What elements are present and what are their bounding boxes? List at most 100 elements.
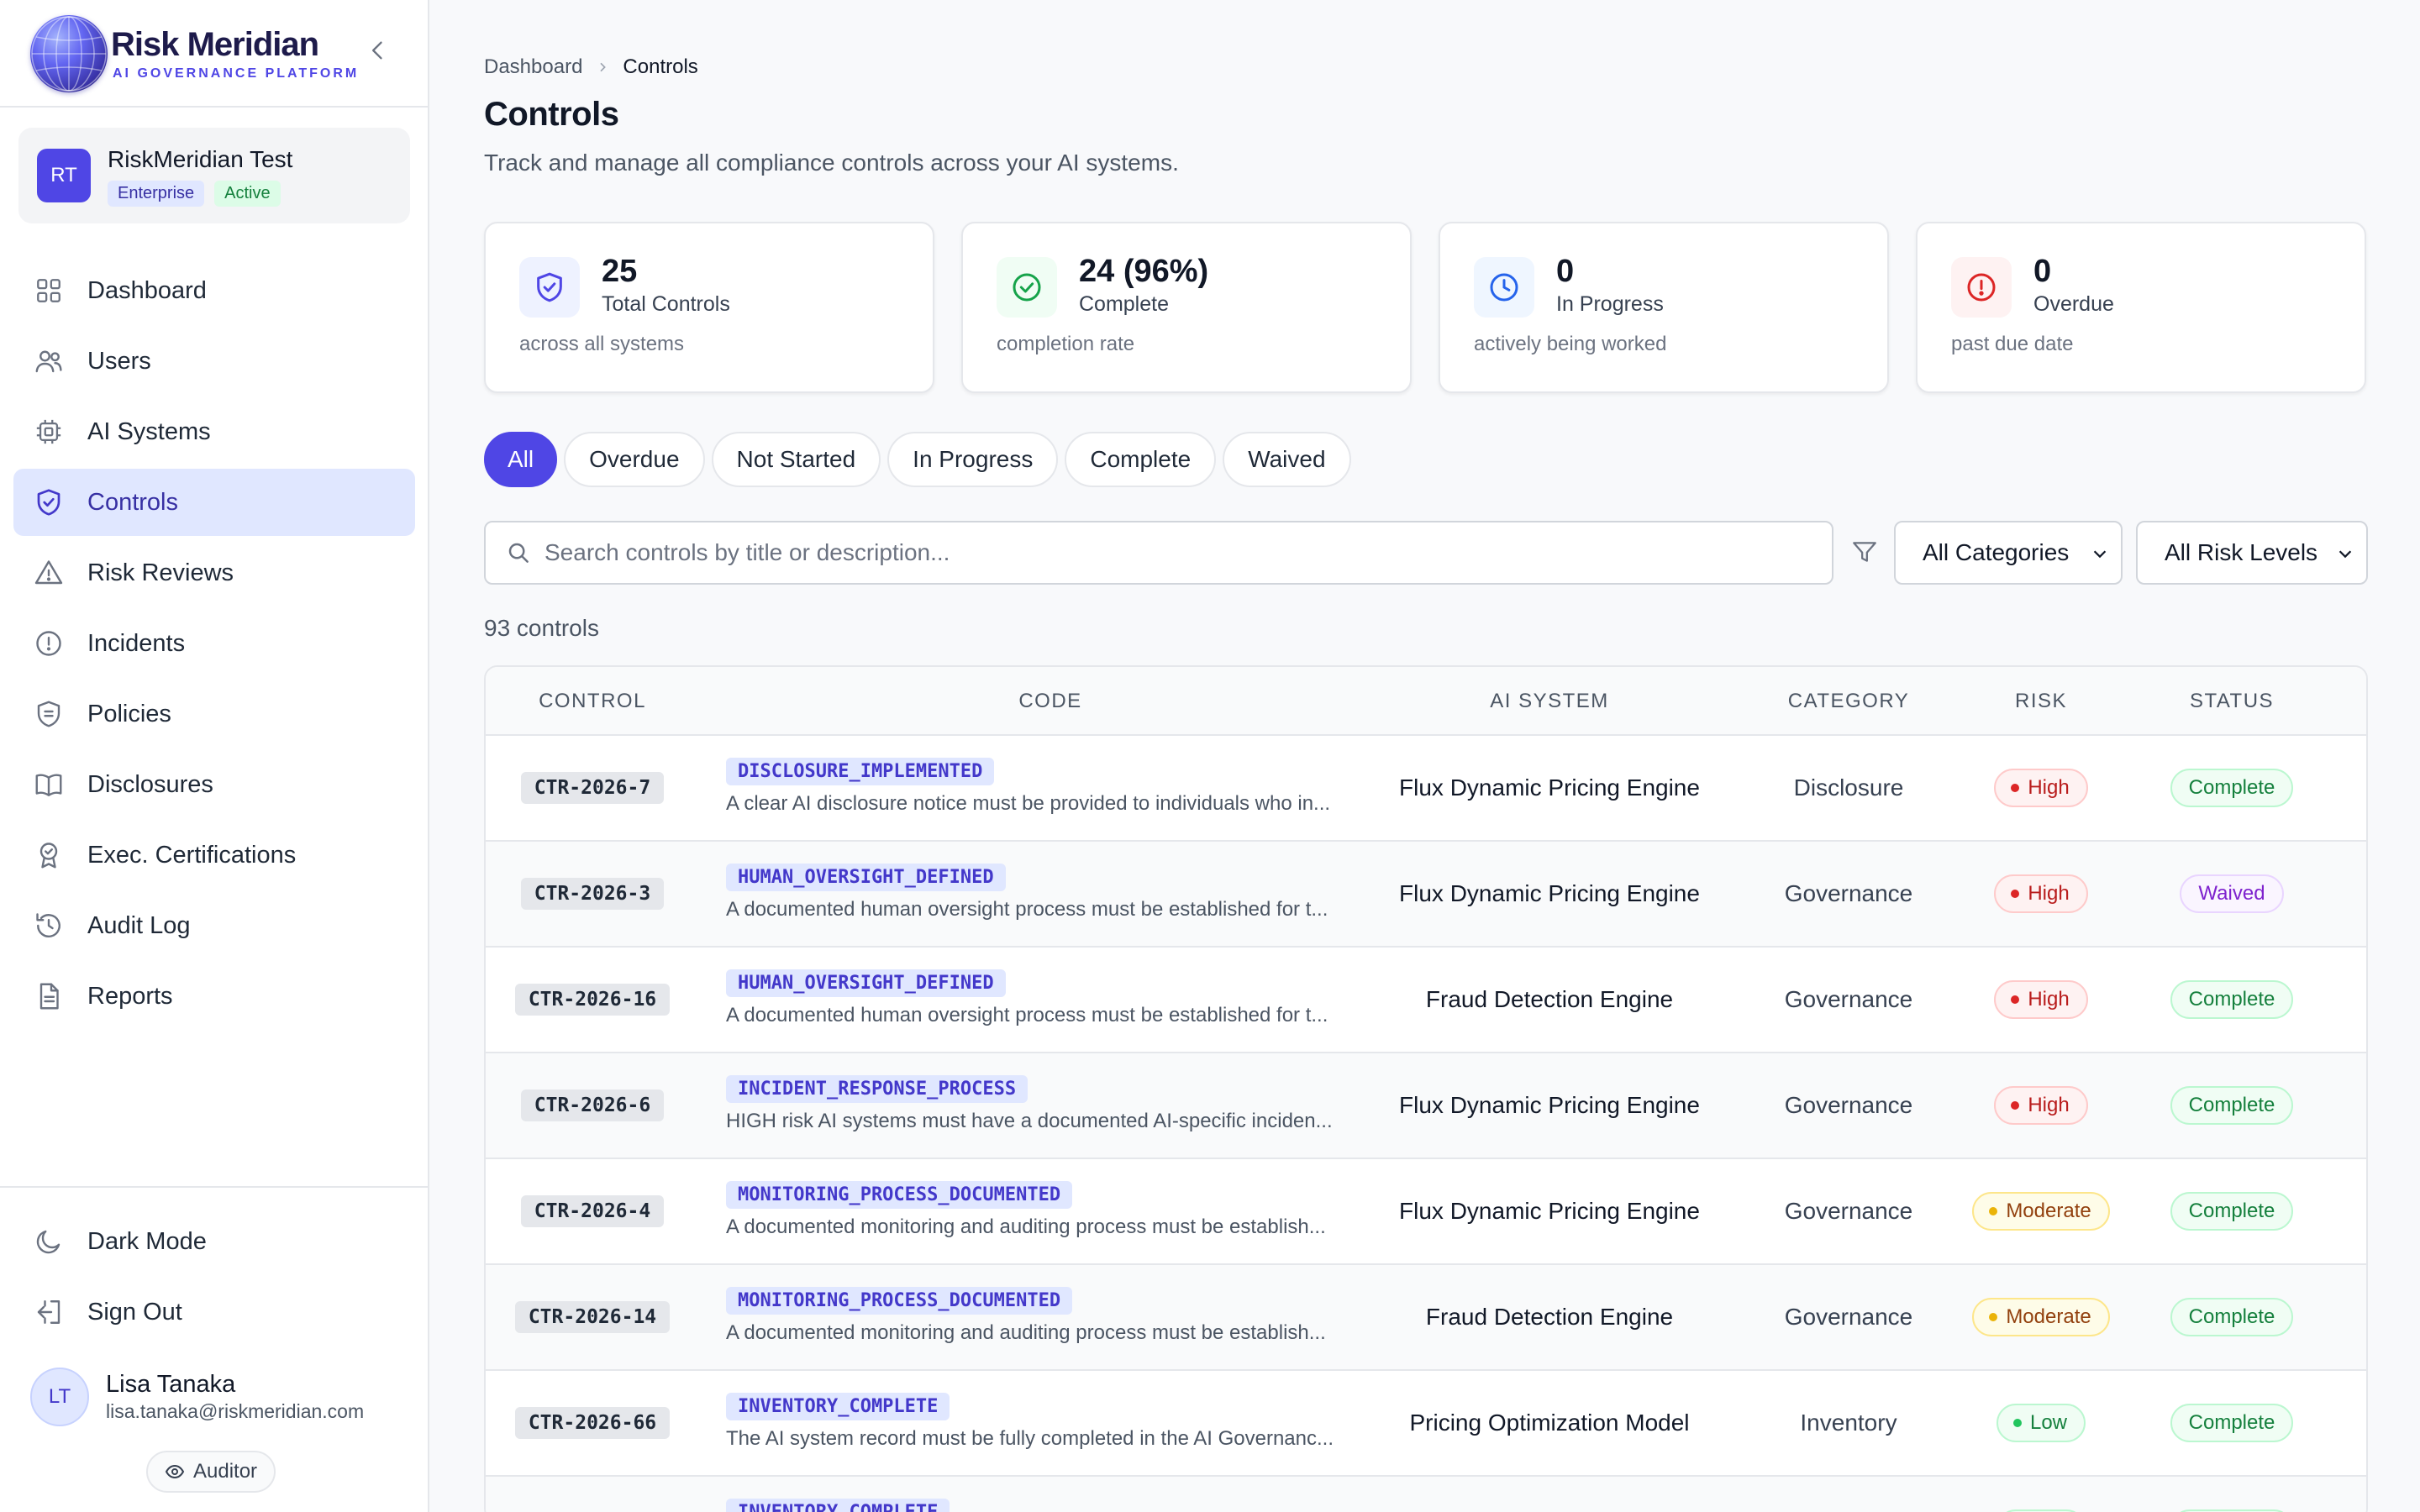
user-profile[interactable]: LT Lisa Tanaka lisa.tanaka@riskmeridian.…	[30, 1368, 364, 1426]
table-row[interactable]: CTR-2026-4 MONITORING_PROCESS_DOCUMENTED A…	[486, 1159, 2366, 1265]
category-cell: Inventory	[1714, 1371, 1983, 1475]
control-id[interactable]: CTR-2026-7	[520, 772, 665, 804]
search-input[interactable]	[544, 539, 1805, 566]
category-cell	[1714, 1477, 1983, 1512]
table-row[interactable]: CTR-2026-3 HUMAN_OVERSIGHT_DEFINED A docum…	[486, 842, 2366, 948]
stat-value: 25	[602, 254, 638, 289]
control-id[interactable]: CTR-2026-66	[514, 1407, 671, 1439]
control-code[interactable]: MONITORING_PROCESS_DOCUMENTED	[726, 1287, 1073, 1315]
org-switcher[interactable]: RT RiskMeridian Test Enterprise Active	[18, 128, 410, 223]
control-code[interactable]: INCIDENT_RESPONSE_PROCESS	[726, 1075, 1028, 1103]
column-header-ai-system[interactable]: AI SYSTEM	[1385, 667, 1714, 736]
role-badge[interactable]: Auditor	[146, 1451, 276, 1493]
control-id[interactable]: CTR-2026-3	[520, 878, 665, 910]
collapse-sidebar-button[interactable]	[361, 34, 395, 67]
risk-label: Moderate	[2006, 1200, 2091, 1222]
column-header-control[interactable]: CONTROL	[486, 667, 699, 736]
control-description: A clear AI disclosure notice must be pro…	[726, 792, 1331, 815]
control-code[interactable]: HUMAN_OVERSIGHT_DEFINED	[726, 969, 1006, 997]
tab-not-started[interactable]: Not Started	[711, 432, 881, 487]
tab-overdue[interactable]: Overdue	[564, 432, 705, 487]
chevron-down-icon	[2093, 550, 2107, 559]
tab-in-progress[interactable]: In Progress	[887, 432, 1059, 487]
code-cell: HUMAN_OVERSIGHT_DEFINED A documented huma…	[726, 864, 1328, 921]
sidebar-item-dashboard[interactable]: Dashboard	[13, 257, 415, 324]
avatar: LT	[30, 1368, 89, 1426]
control-code[interactable]: INVENTORY_COMPLETE	[726, 1499, 950, 1512]
breadcrumb-dashboard-link[interactable]: Dashboard	[484, 55, 582, 79]
column-header-risk[interactable]: RISK	[1983, 667, 2099, 736]
sign-out-button[interactable]: Sign Out	[13, 1278, 415, 1346]
control-id[interactable]: CTR-2026-6	[520, 1089, 665, 1121]
ai-system-name[interactable]: Flux Dynamic Pricing Engine	[1399, 1092, 1700, 1119]
ai-system-name[interactable]: Flux Dynamic Pricing Engine	[1399, 1198, 1700, 1225]
stat-label: In Progress	[1556, 292, 1664, 316]
sidebar-item-reports[interactable]: Reports	[13, 963, 415, 1030]
column-header-code[interactable]: CODE	[716, 667, 1385, 736]
stat-value: 0	[2033, 254, 2052, 289]
search-icon	[508, 543, 529, 563]
status-badge: Complete	[2170, 1298, 2294, 1336]
risk-label: High	[2028, 882, 2070, 905]
sidebar-item-disclosures[interactable]: Disclosures	[13, 751, 415, 818]
control-description: A documented human oversight process mus…	[726, 898, 1328, 921]
role-label: Auditor	[193, 1460, 258, 1483]
stat-subtext: actively being worked	[1474, 333, 1667, 355]
risk-level-filter-select[interactable]: All Risk Levels	[2136, 521, 2368, 585]
category-filter-value: All Categories	[1923, 539, 2070, 565]
sidebar-item-policies[interactable]: Policies	[13, 680, 415, 748]
stat-card-in-progress: 0 In Progress actively being worked	[1439, 222, 1889, 393]
category-filter-select[interactable]: All Categories	[1894, 521, 2123, 585]
control-id[interactable]: CTR-2026-16	[514, 984, 671, 1016]
brand-logo[interactable]: Risk Meridian AI GOVERNANCE PLATFORM	[30, 13, 359, 94]
control-code[interactable]: MONITORING_PROCESS_DOCUMENTED	[726, 1181, 1073, 1209]
category-cell: Governance	[1714, 842, 1983, 946]
sidebar-item-audit-log[interactable]: Audit Log	[13, 892, 415, 959]
tab-all[interactable]: All	[484, 432, 558, 487]
control-id[interactable]: CTR-2026-14	[514, 1301, 671, 1333]
status-cell: Complete	[2099, 948, 2365, 1052]
sidebar-item-controls[interactable]: Controls	[13, 469, 415, 536]
column-header-status[interactable]: STATUS	[2099, 667, 2365, 736]
sidebar-item-exec-certifications[interactable]: Exec. Certifications	[13, 822, 415, 889]
ai-system-name[interactable]: Flux Dynamic Pricing Engine	[1399, 774, 1700, 801]
ai-system-name[interactable]: Flux Dynamic Pricing Engine	[1399, 880, 1700, 907]
status-badge: Complete	[2170, 1086, 2294, 1125]
stat-subtext: past due date	[1951, 333, 2074, 355]
sidebar-item-incidents[interactable]: Incidents	[13, 610, 415, 677]
control-id-cell	[486, 1477, 699, 1512]
sidebar-item-users[interactable]: Users	[13, 328, 415, 395]
code-cell: MONITORING_PROCESS_DOCUMENTED A documente…	[726, 1287, 1326, 1345]
table-row[interactable]: CTR-2026-6 INCIDENT_RESPONSE_PROCESS HIGH …	[486, 1053, 2366, 1159]
control-code[interactable]: INVENTORY_COMPLETE	[726, 1393, 950, 1420]
sidebar-item-ai-systems[interactable]: AI Systems	[13, 398, 415, 465]
tab-complete[interactable]: Complete	[1065, 432, 1217, 487]
book-open-icon	[34, 769, 64, 800]
control-code[interactable]: HUMAN_OVERSIGHT_DEFINED	[726, 864, 1006, 891]
results-count: 93 controls	[484, 615, 599, 641]
risk-label: High	[2028, 1094, 2070, 1116]
table-row[interactable]: CTR-2026-7 DISCLOSURE_IMPLEMENTED A clear …	[486, 736, 2366, 842]
control-id[interactable]: CTR-2026-4	[520, 1195, 665, 1227]
dark-mode-toggle[interactable]: Dark Mode	[13, 1208, 415, 1275]
tab-waived[interactable]: Waived	[1223, 432, 1351, 487]
sidebar-item-label: Reports	[87, 982, 173, 1010]
table-row[interactable]: CTR-2026-66 INVENTORY_COMPLETE The AI syst…	[486, 1371, 2366, 1477]
ai-system-name[interactable]: Fraud Detection Engine	[1426, 986, 1673, 1013]
table-row[interactable]: CTR-2026-16 HUMAN_OVERSIGHT_DEFINED A docu…	[486, 948, 2366, 1053]
category-value: Governance	[1784, 880, 1913, 906]
table-row[interactable]: CTR-2026-14 MONITORING_PROCESS_DOCUMENTED…	[486, 1265, 2366, 1371]
category-cell: Governance	[1714, 948, 1983, 1052]
shield-list-icon	[34, 699, 64, 729]
ai-system-name[interactable]: Pricing Optimization Model	[1409, 1410, 1689, 1436]
sidebar-item-risk-reviews[interactable]: Risk Reviews	[13, 539, 415, 606]
ai-system-name[interactable]: Fraud Detection Engine	[1426, 1304, 1673, 1331]
table-row[interactable]: INVENTORY_COMPLETE LowComplete	[486, 1477, 2366, 1512]
code-cell: INVENTORY_COMPLETE The AI system record m…	[726, 1393, 1334, 1451]
column-header-category[interactable]: CATEGORY	[1714, 667, 1983, 736]
sidebar-item-label: Exec. Certifications	[87, 841, 297, 869]
filter-icon[interactable]	[1850, 538, 1879, 570]
risk-label: High	[2028, 776, 2070, 799]
control-id-cell: CTR-2026-6	[486, 1053, 699, 1158]
control-code[interactable]: DISCLOSURE_IMPLEMENTED	[726, 758, 995, 785]
